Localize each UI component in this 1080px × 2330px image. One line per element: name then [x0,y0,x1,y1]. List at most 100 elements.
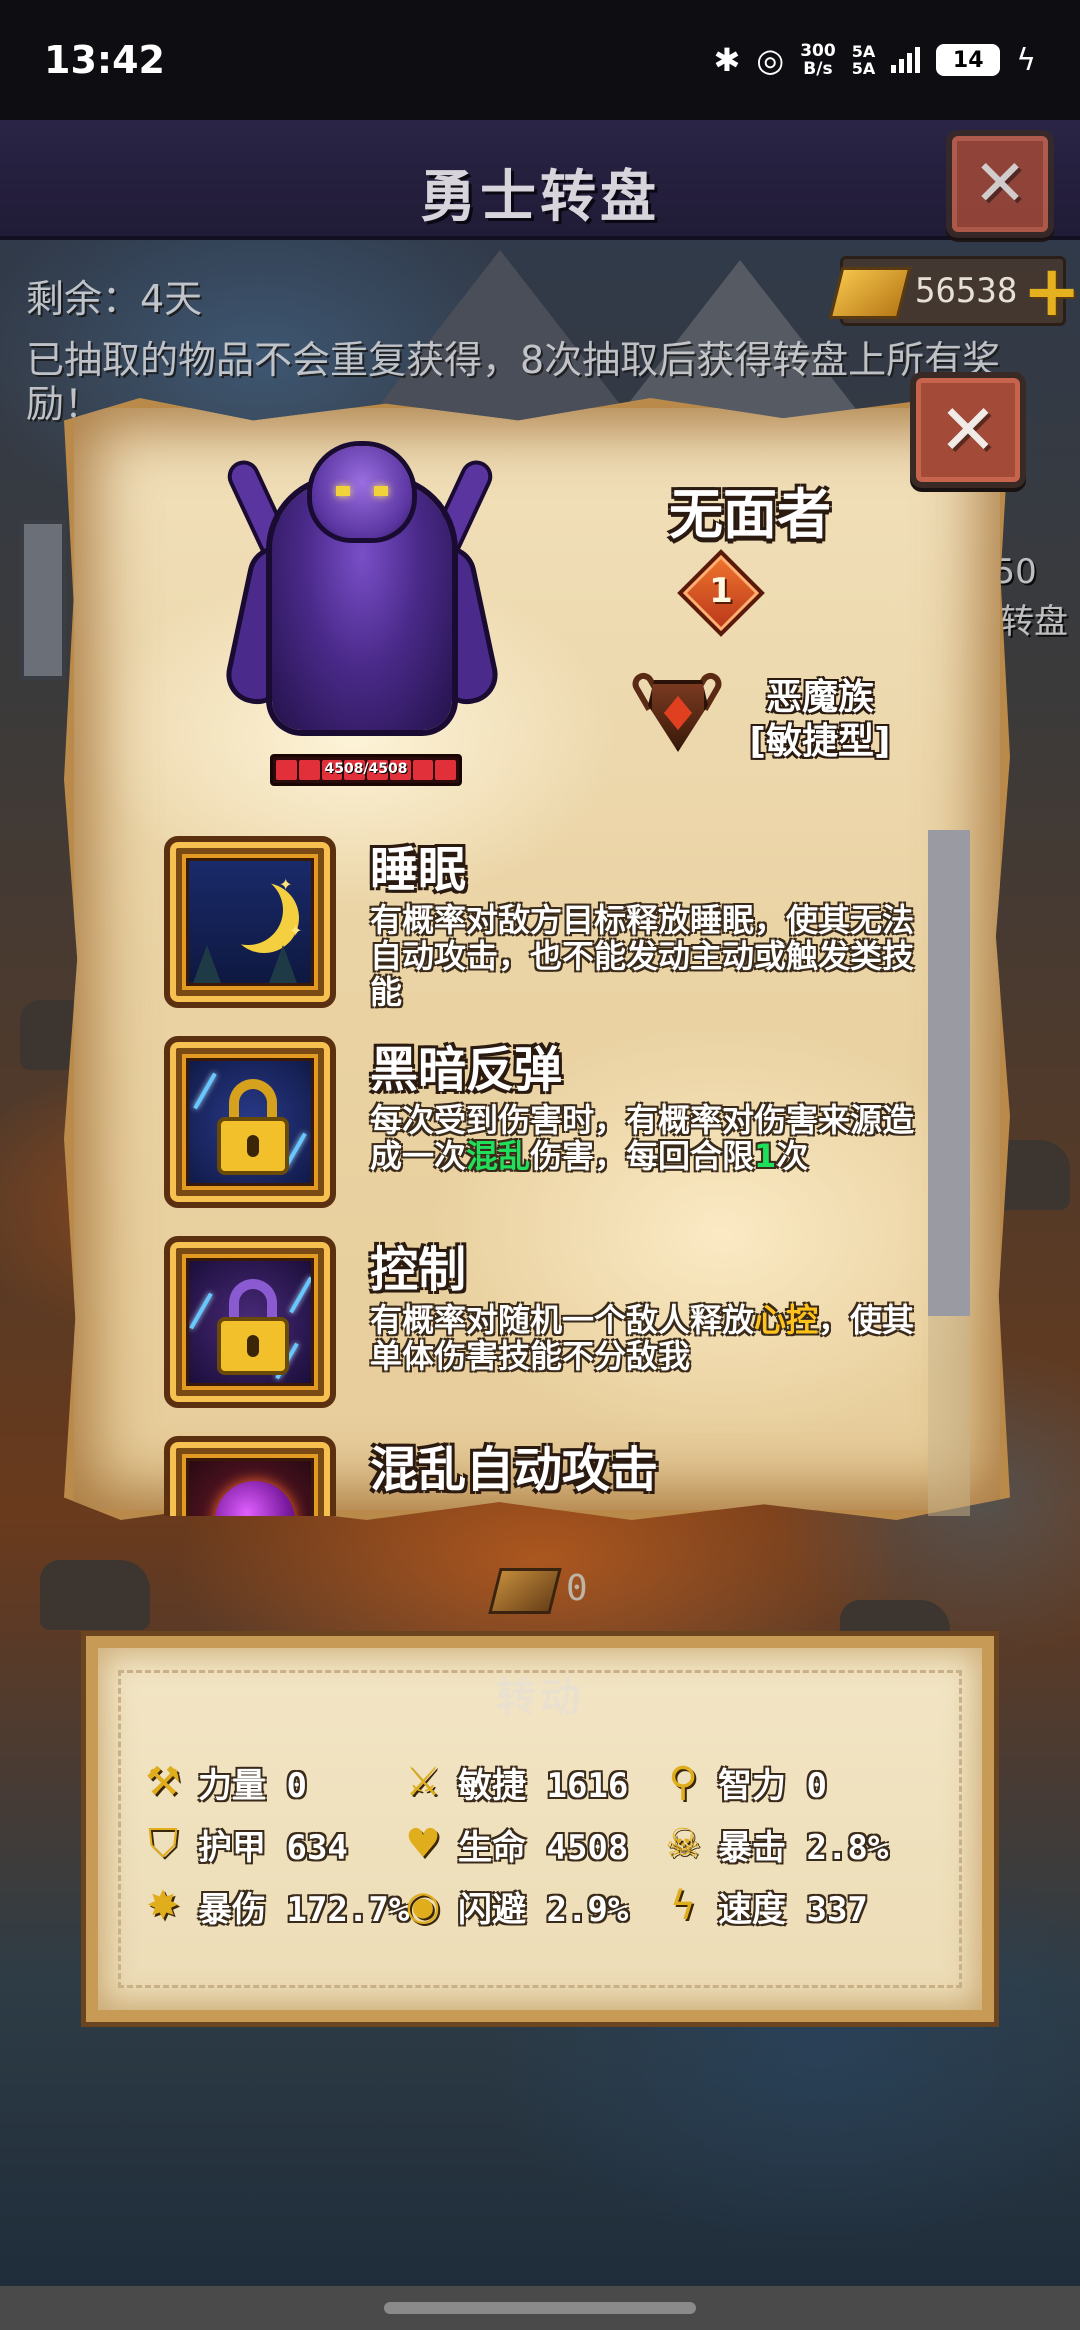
skill-name: 黑暗反弹 [370,1042,563,1098]
monster-name: 无面者 [669,483,831,546]
bluetooth-icon: ✱ [713,41,741,79]
network-rate: 300 B/s [800,42,836,78]
signal-label-1: 5A [851,42,876,61]
alarm-icon: ◎ [756,41,785,79]
monster-race: 恶魔族 [敏捷型] [720,676,920,764]
stat-label: 暴击 2.8% [718,1827,889,1868]
race-type: [敏捷型] [749,721,891,762]
control-lock-icon [186,1258,314,1386]
sword-icon: ⚔ [405,1759,441,1805]
gold-currency: 56538 + [828,256,1080,326]
status-bar: 13:42 ✱ ◎ 300 B/s 5A 5A 14 ϟ [0,0,1080,120]
monster-hp-bar: 4508/4508 [270,754,462,786]
dark-lock-icon [186,1058,314,1186]
skill-name: 混乱自动攻击 [370,1442,659,1498]
staff-icon: ⚲ [668,1759,698,1805]
stat-label: 智力 0 [718,1765,827,1806]
stat-label: 力量 0 [198,1765,307,1806]
wheel-close-button[interactable]: ✕ [946,130,1054,238]
skill-name: 睡眠 [370,842,467,898]
skill-item-dark-reflect[interactable]: 黑暗反弹 每次受到伤害时，有概率对伤害来源造成一次混乱伤害，每回合限1次 [164,1036,940,1216]
skill-list[interactable]: ✦ ✦ 睡眠 有概率对敌方目标释放睡眠，使其无法自动攻击，也不能发动主动或触发类… [150,830,940,1516]
network-rate-unit: B/s [803,59,833,79]
close-icon: ✕ [973,147,1027,221]
shield-icon: ⛉ [148,1821,178,1867]
stat-agility: ⚔ 敏捷 1616 [398,1756,628,1808]
eye-shape [374,486,388,496]
skill-item-control[interactable]: 控制 有概率对随机一个敌人释放心控，使其单体伤害技能不分敌我 [164,1236,940,1416]
close-icon: ✕ [938,389,998,471]
signal-label-2: 5A [851,59,876,78]
tower-shape [20,520,66,680]
home-gesture-handle[interactable] [384,2302,696,2314]
keyword-mind-control: 心控 [754,1301,819,1339]
skill-description: 有概率对随机一个敌人释放心控，使其单体伤害技能不分敌我 [370,1301,915,1375]
spin-cost: 0 [488,1562,594,1632]
eye-icon: ◉ [405,1883,441,1929]
title-bar: 勇士转盘 [0,120,1080,240]
gesture-navigation-bar [0,2286,1080,2330]
stat-intelligence: ⚲ 智力 0 [658,1756,827,1808]
monster-hp-text: 4508/4508 [324,761,408,777]
add-gold-button[interactable]: + [1022,256,1080,326]
battery-level: 14 [952,47,984,73]
spin-button[interactable]: 转动 [418,1666,662,1730]
skull-icon: ☠ [665,1821,701,1867]
skill-name: 控制 [370,1242,467,1298]
heart-icon: ♥ [405,1821,441,1867]
stat-label: 敏捷 1616 [458,1765,629,1806]
stat-crit-damage: ✸ 暴伤 172.7% [138,1880,409,1932]
race-name: 恶魔族 [765,677,874,718]
stat-health: ♥ 生命 4508 [398,1818,628,1870]
popup-close-button[interactable]: ✕ [910,372,1026,488]
charging-icon: ϟ [1016,42,1036,78]
hero-stats-panel: 转动 ⚒ 力量 0 ⚔ 敏捷 1616 ⚲ 智力 0 ⛉ 护甲 634 ♥ 生命… [86,1636,994,2022]
gold-amount: 56538 [915,271,1018,311]
gold-bar-icon [488,1568,562,1614]
axe-icon: ⚒ [145,1759,181,1805]
rock-shape [40,1560,150,1630]
stat-label: 闪避 2.9% [458,1889,629,1930]
monster-head [312,446,412,538]
skill-description: 有概率对敌方目标释放睡眠，使其无法自动攻击，也不能发动主动或触发类技能 [370,901,915,1011]
stat-label: 护甲 634 [198,1827,348,1868]
remaining-days: 剩余：4天 [26,277,203,321]
keyword-chaos: 混乱 [466,1137,531,1175]
page-title: 勇士转盘 [420,165,660,230]
skill-item-chaos-auto-attack[interactable]: 混乱自动攻击 [164,1436,940,1516]
status-time: 13:42 [44,38,165,82]
orb-shape [215,1481,295,1516]
stat-label: 速度 337 [718,1889,868,1930]
explosion-icon: ✸ [146,1883,180,1929]
skill-item-sleep[interactable]: ✦ ✦ 睡眠 有概率对敌方目标释放睡眠，使其无法自动攻击，也不能发动主动或触发类… [164,836,940,1016]
battery-icon: 14 [936,44,1001,76]
moon-shape [213,875,283,945]
skill-icon-frame: ✦ ✦ [164,836,336,1008]
gold-bar-icon [828,267,912,319]
signal-icon [891,47,921,73]
stat-speed: ϟ 速度 337 [658,1880,868,1932]
stat-label: 暴伤 172.7% [198,1889,410,1930]
stat-crit: ☠ 暴击 2.8% [658,1818,888,1870]
monster-level: 1 [709,571,733,611]
skill-icon-frame [164,1236,336,1408]
spin-cost-amount: 0 [566,1568,588,1609]
wheel-progress-label: 转盘 [1000,602,1068,642]
signal-labels: 5A 5A [852,43,876,77]
stat-dodge: ◉ 闪避 2.9% [398,1880,629,1932]
skill-list-scrollbar-thumb[interactable] [928,830,970,1316]
moon-icon: ✦ ✦ [186,858,314,986]
monster-portrait [226,440,498,760]
stat-armor: ⛉ 护甲 634 [138,1818,348,1870]
skill-description: 每次受到伤害时，有概率对伤害来源造成一次混乱伤害，每回合限1次 [370,1101,915,1175]
eye-shape [336,486,350,496]
skill-icon-frame [164,1436,336,1516]
network-rate-value: 300 [800,41,836,61]
lightning-icon: ϟ [669,1883,697,1929]
chaos-orb-icon [186,1458,314,1516]
stat-strength: ⚒ 力量 0 [138,1756,307,1808]
skill-icon-frame [164,1036,336,1208]
demon-race-icon [628,668,726,760]
status-icons: ✱ ◎ 300 B/s 5A 5A 14 ϟ [713,41,1036,79]
stat-label: 生命 4508 [458,1827,629,1868]
